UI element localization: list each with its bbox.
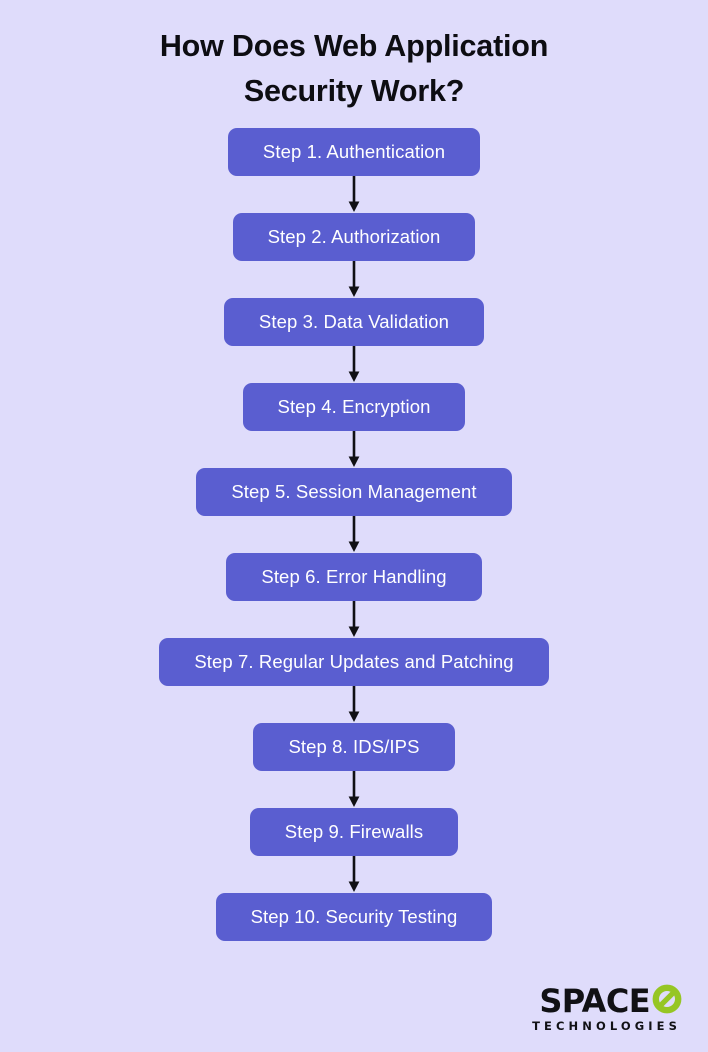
step-label: Step 8. IDS/IPS bbox=[288, 735, 420, 757]
flow-step-1: Step 1. Authentication bbox=[227, 128, 481, 176]
flow-step-2: Step 2. Authorization bbox=[232, 213, 476, 261]
flow-step-7: Step 7. Regular Updates and Patching bbox=[159, 638, 549, 686]
page-title-line-2: Security Work? bbox=[243, 74, 465, 108]
flow-step-3: Step 3. Data Validation bbox=[223, 298, 485, 346]
page-title-line-1: How Does Web Application bbox=[159, 29, 549, 63]
arrow-down-icon bbox=[347, 261, 361, 298]
step-box[interactable]: Step 7. Regular Updates and Patching bbox=[159, 638, 549, 686]
step-label: Step 5. Session Management bbox=[231, 480, 477, 502]
arrow-down-icon bbox=[347, 601, 361, 638]
step-label: Step 6. Error Handling bbox=[261, 565, 447, 587]
step-box[interactable]: Step 10. Security Testing bbox=[215, 893, 493, 941]
step-label: Step 3. Data Validation bbox=[258, 310, 450, 332]
step-label: Step 2. Authorization bbox=[267, 225, 441, 247]
flow-step-9: Step 9. Firewalls bbox=[249, 808, 459, 856]
step-box[interactable]: Step 5. Session Management bbox=[196, 468, 512, 516]
flowchart: Step 1. Authentication Step 2. Authorizat… bbox=[159, 128, 549, 941]
logo-tagline: TECHNOLOGIES bbox=[532, 1018, 681, 1033]
infographic-canvas: How Does Web Application Security Work? … bbox=[0, 0, 708, 1052]
arrow-down-icon bbox=[347, 346, 361, 383]
slashed-o-icon bbox=[652, 984, 682, 1019]
step-box[interactable]: Step 8. IDS/IPS bbox=[253, 723, 455, 771]
brand-logo: SPACE TECHNOLOGIES bbox=[524, 982, 682, 1033]
arrow-down-icon bbox=[347, 856, 361, 893]
logo-wordmark: SPACE bbox=[539, 982, 650, 1020]
flow-step-4: Step 4. Encryption bbox=[242, 383, 466, 431]
step-box[interactable]: Step 6. Error Handling bbox=[226, 553, 482, 601]
arrow-down-icon bbox=[347, 516, 361, 553]
arrow-down-icon bbox=[347, 771, 361, 808]
flow-step-8: Step 8. IDS/IPS bbox=[253, 723, 455, 771]
step-label: Step 7. Regular Updates and Patching bbox=[194, 650, 514, 672]
step-box[interactable]: Step 9. Firewalls bbox=[249, 808, 459, 856]
arrow-down-icon bbox=[347, 686, 361, 723]
step-label: Step 4. Encryption bbox=[277, 395, 431, 417]
page-title: How Does Web Application Security Work? bbox=[94, 24, 614, 114]
logo-wordmark-row: SPACE bbox=[524, 982, 682, 1020]
arrow-down-icon bbox=[347, 176, 361, 213]
step-box[interactable]: Step 1. Authentication bbox=[227, 128, 481, 176]
flow-step-5: Step 5. Session Management bbox=[196, 468, 512, 516]
flow-step-10: Step 10. Security Testing bbox=[215, 893, 493, 941]
flow-step-6: Step 6. Error Handling bbox=[226, 553, 482, 601]
step-box[interactable]: Step 3. Data Validation bbox=[223, 298, 485, 346]
step-box[interactable]: Step 2. Authorization bbox=[232, 213, 476, 261]
step-box[interactable]: Step 4. Encryption bbox=[242, 383, 466, 431]
step-label: Step 1. Authentication bbox=[262, 140, 446, 162]
step-label: Step 9. Firewalls bbox=[284, 820, 424, 842]
step-label: Step 10. Security Testing bbox=[250, 905, 458, 927]
arrow-down-icon bbox=[347, 431, 361, 468]
